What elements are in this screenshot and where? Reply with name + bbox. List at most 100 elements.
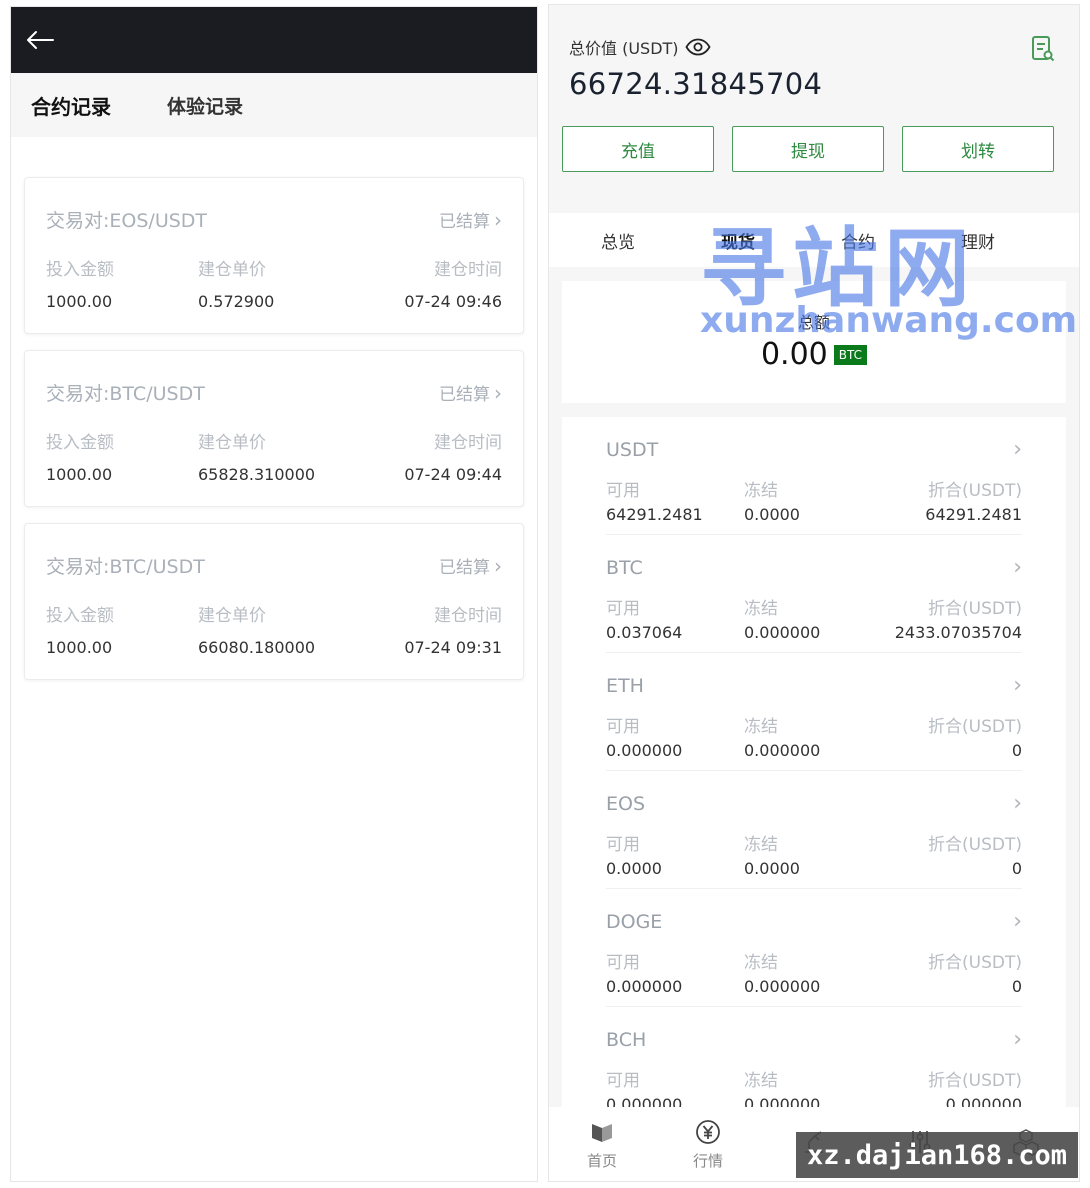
record-card[interactable]: 交易对:EOS/USDT 已结算 › 投入金额 建仓单价 建仓时间 1000.00…: [24, 177, 524, 334]
amount-value: 1000.00: [46, 638, 113, 657]
frozen-label: 冻结: [744, 953, 778, 973]
chevron-right-icon[interactable]: ›: [1013, 555, 1022, 580]
frozen-label: 冻结: [744, 717, 778, 737]
record-card[interactable]: 交易对:BTC/USDT 已结算 › 投入金额 建仓单价 建仓时间 1000.00…: [24, 523, 524, 680]
asset-item[interactable]: BCH › 可用 冻结 折合(USDT) 0.000000 0.000000 0.0000…: [606, 1007, 1022, 1117]
available-label: 可用: [606, 481, 640, 501]
deposit-button[interactable]: 充值: [562, 126, 714, 172]
chevron-right-icon[interactable]: ›: [1013, 673, 1022, 698]
chevron-right-icon[interactable]: ›: [1013, 909, 1022, 934]
tab-trial-records[interactable]: 体验记录: [167, 92, 243, 119]
available-value: 0.0000: [606, 859, 662, 878]
equiv-value: 0: [1011, 977, 1022, 996]
available-value: 0.000000: [606, 977, 683, 996]
asset-name: EOS: [606, 792, 646, 815]
frozen-value: 0.0000: [744, 505, 800, 524]
asset-name: BCH: [606, 1028, 647, 1051]
asset-item[interactable]: BTC › 可用 冻结 折合(USDT) 0.037064 0.000000 2433.0…: [606, 535, 1022, 653]
amount-label: 投入金额: [46, 606, 114, 626]
tab-finance[interactable]: 理财: [961, 228, 995, 253]
frozen-value: 0.000000: [744, 977, 821, 996]
asset-name: ETH: [606, 674, 644, 697]
status-text: 已结算: [439, 212, 490, 232]
status-text: 已结算: [439, 558, 490, 578]
total-value-header: 总价值 (USDT) 66724.31845704 充值 提现 划转: [549, 5, 1079, 213]
nav-trade[interactable]: [769, 1128, 859, 1160]
records-document-icon[interactable]: [1031, 35, 1055, 63]
time-label: 建仓时间: [434, 606, 502, 626]
chevron-right-icon[interactable]: ›: [1013, 1027, 1022, 1052]
chevron-right-icon[interactable]: ›: [1013, 437, 1022, 462]
settled-status[interactable]: 已结算 ›: [439, 207, 502, 233]
amount-value: 1000.00: [46, 292, 113, 311]
record-card[interactable]: 交易对:BTC/USDT 已结算 › 投入金额 建仓单价 建仓时间 1000.00…: [24, 350, 524, 507]
available-label: 可用: [606, 599, 640, 619]
record-list: 交易对:EOS/USDT 已结算 › 投入金额 建仓单价 建仓时间 1000.00…: [11, 137, 537, 680]
price-value: 65828.310000: [198, 465, 316, 484]
cubes-icon: [1013, 1129, 1039, 1156]
withdraw-button[interactable]: 提现: [732, 126, 884, 172]
home-icon: [592, 1123, 612, 1142]
tab-contract-records[interactable]: 合约记录: [31, 91, 111, 120]
currency-badge: BTC: [833, 344, 868, 365]
settled-status[interactable]: 已结算 ›: [439, 380, 502, 406]
yuan-icon: [696, 1119, 720, 1144]
total-value-amount: 66724.31845704: [569, 67, 823, 101]
status-text: 已结算: [439, 385, 490, 405]
available-value: 0.000000: [606, 741, 683, 760]
transfer-button[interactable]: 划转: [902, 126, 1054, 172]
equiv-label: 折合(USDT): [928, 835, 1022, 855]
nav-contract[interactable]: [875, 1128, 965, 1160]
asset-name: USDT: [606, 438, 659, 461]
spot-total-card: 总额 0.00 BTC: [562, 281, 1066, 403]
tab-contract[interactable]: 合约: [841, 228, 875, 253]
asset-item[interactable]: DOGE › 可用 冻结 折合(USDT) 0.000000 0.000000 0: [606, 889, 1022, 1007]
frozen-label: 冻结: [744, 481, 778, 501]
asset-item[interactable]: USDT › 可用 冻结 折合(USDT) 64291.2481 0.0000 64291…: [606, 417, 1022, 535]
frozen-label: 冻结: [744, 835, 778, 855]
contract-records-panel: 合约记录 体验记录 交易对:EOS/USDT 已结算 › 投入金额 建仓单价 建仓…: [10, 6, 538, 1182]
sliders-icon: [909, 1131, 931, 1153]
equiv-value: 2433.07035704: [894, 623, 1022, 642]
asset-item[interactable]: EOS › 可用 冻结 折合(USDT) 0.0000 0.0000 0: [606, 771, 1022, 889]
time-value: 07-24 09:31: [404, 638, 502, 657]
frozen-label: 冻结: [744, 599, 778, 619]
time-label: 建仓时间: [434, 260, 502, 280]
available-label: 可用: [606, 953, 640, 973]
nav-home[interactable]: 首页: [557, 1118, 647, 1171]
trade-pair: 交易对:EOS/USDT: [46, 210, 208, 232]
bottom-nav: 首页 行情: [549, 1107, 1079, 1181]
time-value: 07-24 09:46: [404, 292, 502, 311]
tab-overview[interactable]: 总览: [601, 228, 635, 253]
chevron-right-icon[interactable]: ›: [1013, 791, 1022, 816]
trade-pair: 交易对:BTC/USDT: [46, 383, 205, 405]
settled-status[interactable]: 已结算 ›: [439, 553, 502, 579]
chevron-right-icon: ›: [494, 380, 502, 405]
equiv-label: 折合(USDT): [928, 953, 1022, 973]
record-tabs: 合约记录 体验记录: [11, 73, 537, 137]
asset-name: DOGE: [606, 910, 663, 933]
back-arrow-icon[interactable]: [25, 25, 55, 55]
equiv-value: 0: [1011, 859, 1022, 878]
nav-assets[interactable]: [981, 1128, 1071, 1160]
time-label: 建仓时间: [434, 433, 502, 453]
asset-item[interactable]: ETH › 可用 冻结 折合(USDT) 0.000000 0.000000 0: [606, 653, 1022, 771]
account-tabs: 总览 现货 合约 理财: [549, 213, 1079, 267]
screenshot-stage: 合约记录 体验记录 交易对:EOS/USDT 已结算 › 投入金额 建仓单价 建仓…: [0, 0, 1090, 1188]
tab-spot[interactable]: 现货: [721, 228, 755, 253]
available-label: 可用: [606, 1071, 640, 1091]
price-value: 66080.180000: [198, 638, 316, 657]
eye-icon[interactable]: [685, 38, 711, 56]
time-value: 07-24 09:44: [404, 465, 502, 484]
equiv-label: 折合(USDT): [928, 481, 1022, 501]
available-value: 64291.2481: [606, 505, 703, 524]
price-value: 0.572900: [198, 292, 275, 311]
asset-name: BTC: [606, 556, 643, 579]
chevron-right-icon: ›: [494, 553, 502, 578]
nav-market[interactable]: 行情: [663, 1118, 753, 1171]
spot-total-label: 总额: [797, 313, 830, 332]
trade-icon: [805, 1131, 823, 1153]
spot-total-value: 0.00: [760, 337, 828, 372]
equiv-label: 折合(USDT): [928, 599, 1022, 619]
available-label: 可用: [606, 717, 640, 737]
